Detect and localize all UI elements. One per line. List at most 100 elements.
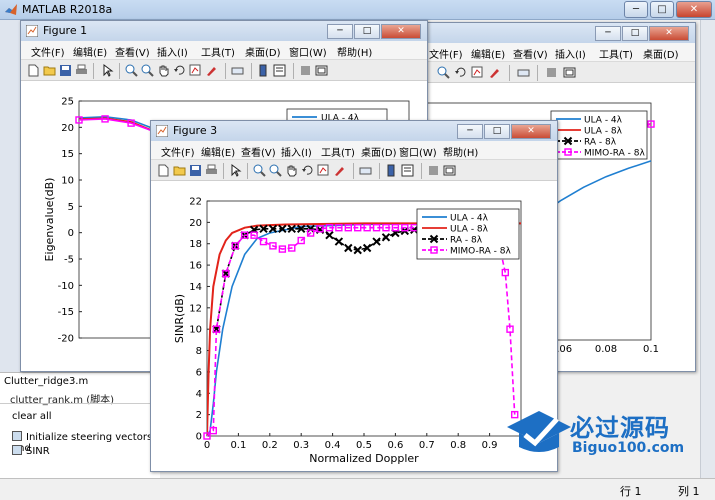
menu-edit[interactable]: 编辑(E) [471,46,505,61]
pan-icon[interactable] [157,64,170,77]
menu-tools[interactable]: 工具(T) [201,44,235,59]
data-cursor-icon[interactable] [189,64,202,77]
legend-entry: ULA - 4λ [584,116,623,126]
y-tick-label: 16 [189,261,202,272]
pan-icon[interactable] [285,164,298,177]
insert-legend-icon[interactable] [401,164,414,177]
maximize-button[interactable]: □ [354,24,380,39]
matlab-current-folder-panel: Clutter_ridge3.m clutter_rank.m (脚本) cle… [0,372,160,478]
brush-icon[interactable] [333,164,346,177]
figure-1-titlebar[interactable]: Figure 1 ─ □ ✕ [21,21,427,41]
data-cursor-icon[interactable] [317,164,330,177]
close-button[interactable]: ✕ [676,1,712,18]
y-tick-label: 20 [61,123,74,134]
zoom-in-icon[interactable] [253,164,266,177]
figure-3-window-buttons: ─ □ ✕ [456,123,551,139]
figure-2-titlebar[interactable]: ─ □ ✕ [421,23,695,43]
insert-legend-icon[interactable] [273,64,286,77]
menu-window[interactable]: 窗口(W) [399,144,437,159]
y-tick-label: -10 [58,281,74,292]
show-plot-tools-icon[interactable] [315,64,328,77]
minimize-button[interactable]: ─ [327,24,353,39]
menu-file[interactable]: 文件(F) [31,44,65,59]
save-icon[interactable] [189,164,202,177]
data-cursor-icon[interactable] [471,66,484,79]
maximize-button[interactable]: □ [650,1,674,18]
menu-help[interactable]: 帮助(H) [443,144,478,159]
x-tick-label: 0.5 [356,440,372,451]
zoom-in-icon[interactable] [125,64,138,77]
maximize-button[interactable]: □ [622,26,648,41]
current-file-tab[interactable]: Clutter_ridge3.m [4,376,88,387]
x-tick-label: 0.8 [450,440,466,451]
print-icon[interactable] [205,164,218,177]
brush-icon[interactable] [205,64,218,77]
figure-1-window-buttons: ─ □ ✕ [326,23,421,39]
x-tick-label: 0.6 [387,440,403,451]
open-folder-icon[interactable] [43,64,56,77]
close-button[interactable]: ✕ [649,26,689,41]
menu-view[interactable]: 查看(V) [115,44,150,59]
insert-colorbar-icon[interactable] [385,164,398,177]
rotate-icon[interactable] [173,64,186,77]
menu-help[interactable]: 帮助(H) [337,44,372,59]
link-icon[interactable] [231,64,244,77]
menu-window[interactable]: 窗口(W) [289,44,327,59]
minimize-button[interactable]: ─ [457,124,483,139]
hide-toolbar-icon[interactable] [545,66,558,79]
toolbar-separator [509,65,510,81]
menu-tools[interactable]: 工具(T) [321,144,355,159]
menu-tools[interactable]: 工具(T) [599,46,633,61]
new-figure-icon[interactable] [27,64,40,77]
pointer-icon[interactable] [229,164,242,177]
zoom-out-icon[interactable] [269,164,282,177]
legend-entry: RA - 8λ [584,138,617,148]
menu-desktop[interactable]: 桌面(D) [361,144,397,159]
menu-insert[interactable]: 插入(I) [281,144,312,159]
maximize-button[interactable]: □ [484,124,510,139]
figure-3-titlebar[interactable]: Figure 3 ─ □ ✕ [151,121,557,141]
rotate-icon[interactable] [301,164,314,177]
close-button[interactable]: ✕ [511,124,551,139]
menu-edit[interactable]: 编辑(E) [201,144,235,159]
menu-insert[interactable]: 插入(I) [555,46,586,61]
hide-toolbar-icon[interactable] [427,164,440,177]
figure-3-window[interactable]: Figure 3 ─ □ ✕ 文件(F) 编辑(E) 查看(V) 插入(I) 工具(… [150,120,558,472]
zoom-in-icon[interactable] [437,66,450,79]
print-icon[interactable] [75,64,88,77]
y-tick-label: 22 [189,197,202,208]
save-icon[interactable] [59,64,72,77]
rotate-icon[interactable] [454,66,467,79]
menu-desktop[interactable]: 桌面(D) [643,46,679,61]
menu-desktop[interactable]: 桌面(D) [245,44,281,59]
zoom-out-icon[interactable] [141,64,154,77]
hide-toolbar-icon[interactable] [299,64,312,77]
figure-1-toolbar [21,59,427,81]
menu-file[interactable]: 文件(F) [429,46,463,61]
legend-entry: RA - 8λ [450,236,483,246]
menu-view[interactable]: 查看(V) [241,144,276,159]
menu-view[interactable]: 查看(V) [513,46,548,61]
link-icon[interactable] [359,164,372,177]
insert-colorbar-icon[interactable] [257,64,270,77]
show-plot-tools-icon[interactable] [563,66,576,79]
list-item[interactable]: SINR [12,445,50,457]
minimize-button[interactable]: ─ [624,1,648,18]
menu-edit[interactable]: 编辑(E) [73,44,107,59]
close-button[interactable]: ✕ [381,24,421,39]
matlab-left-strip [0,20,22,380]
new-figure-icon[interactable] [157,164,170,177]
figure-2-window-buttons: ─ □ ✕ [594,25,689,41]
menu-file[interactable]: 文件(F) [161,144,195,159]
x-tick-label: 0.7 [419,440,435,451]
menu-insert[interactable]: 插入(I) [157,44,188,59]
link-icon[interactable] [517,66,530,79]
minimize-button[interactable]: ─ [595,26,621,41]
brush-icon[interactable] [488,66,501,79]
scrollbar[interactable] [700,20,715,478]
col-value: 1 [692,485,700,498]
line-value: 1 [634,485,642,498]
show-plot-tools-icon[interactable] [443,164,456,177]
pointer-icon[interactable] [101,64,114,77]
open-folder-icon[interactable] [173,164,186,177]
